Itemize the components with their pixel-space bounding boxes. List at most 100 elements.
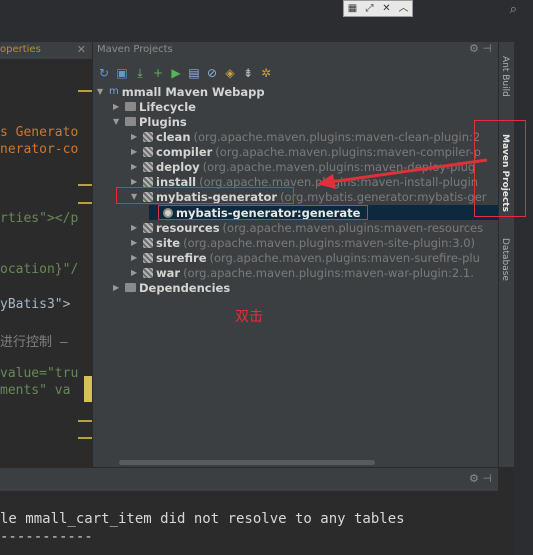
collapse-arrow-icon[interactable]: ▶ [131, 268, 140, 277]
plugin-name: site [156, 235, 181, 250]
tree-plugin-item[interactable]: ▶ surefire (org.apache.maven.plugins:mav… [131, 250, 480, 265]
gutter-marker [78, 437, 92, 439]
plugin-icon [143, 222, 153, 233]
download-icon[interactable]: ⤓ [133, 66, 147, 80]
gear-icon[interactable]: ⚙ [469, 472, 479, 485]
plugin-coords: (org.apache.maven.plugins:maven-deploy-p… [202, 159, 476, 174]
plugin-name: clean [156, 129, 191, 144]
tree-lifecycle[interactable]: ▶ Lifecycle [113, 99, 196, 114]
folder-icon [125, 283, 136, 292]
tree-project[interactable]: ▼ m mmall Maven Webapp [97, 84, 265, 99]
add-icon[interactable]: + [151, 66, 165, 80]
tree-plugin-item[interactable]: ▶ compiler (org.apache.maven.plugins:mav… [131, 144, 481, 159]
maven-panel-title: Maven Projects [97, 44, 173, 55]
collapse-all-icon[interactable]: ⇟ [241, 66, 255, 80]
code-line: rties"></p [0, 211, 79, 226]
refresh-icon[interactable]: ↻ [97, 66, 111, 80]
plugin-name: deploy [156, 159, 200, 174]
plugin-name: resources [156, 220, 220, 235]
dependencies-label: Dependencies [139, 280, 231, 295]
console-line: ----------- [0, 529, 93, 545]
highlight-marker [84, 376, 92, 402]
tree-plugin-item[interactable]: ▶ site (org.apache.maven.plugins:maven-s… [131, 235, 475, 250]
grid-icon[interactable]: ▦ [344, 1, 361, 16]
maven-toolbar: ↻ ▣ ⤓ + ▶ ▤ ⊘ ◈ ⇟ ✲ [93, 62, 499, 84]
maven-project-icon: m [109, 86, 119, 97]
code-editor[interactable]: s Generato nerator-co rties"></p ocation… [0, 61, 92, 467]
collapse-arrow-icon[interactable]: ▶ [131, 162, 140, 171]
collapse-arrow-icon[interactable]: ▶ [131, 132, 140, 141]
expand-arrow-icon[interactable]: ▼ [97, 87, 106, 96]
console-header: ⚙ ⊣ [0, 467, 498, 491]
toggle-offline-icon[interactable]: ▤ [187, 66, 201, 80]
plugin-name: surefire [156, 250, 207, 265]
tree-plugin-item[interactable]: ▶ resources (org.apache.maven.plugins:ma… [131, 220, 483, 235]
right-edge-panel [514, 42, 533, 555]
highlight-box-plugin [116, 187, 294, 204]
tree-plugin-item[interactable]: ▶ war (org.apache.maven.plugins:maven-wa… [131, 265, 474, 280]
plugin-coords: (org.apache.maven.plugins:maven-clean-pl… [193, 129, 481, 144]
collapse-arrow-icon[interactable]: ▶ [113, 283, 122, 292]
plugin-icon [143, 267, 153, 278]
tree-plugin-item[interactable]: ▶ clean (org.apache.maven.plugins:maven-… [131, 129, 480, 144]
diagram-icon[interactable]: ◈ [223, 66, 237, 80]
close-icon[interactable]: ✕ [77, 43, 86, 56]
skip-tests-icon[interactable]: ⊘ [205, 66, 219, 80]
top-strip [0, 0, 533, 44]
plugin-icon [143, 146, 153, 157]
gutter-marker [78, 90, 92, 92]
highlight-box-goal [158, 205, 368, 220]
horizontal-scrollbar[interactable] [119, 460, 375, 465]
collapse-arrow-icon[interactable]: ▶ [131, 223, 140, 232]
maven-projects-panel: Maven Projects ⚙ ⊣ ↻ ▣ ⤓ + ▶ ▤ ⊘ ◈ ⇟ ✲ ▼… [92, 42, 499, 467]
run-icon[interactable]: ▶ [169, 66, 183, 80]
code-line: nerator-co [0, 142, 79, 157]
collapse-arrow-icon[interactable]: ▶ [131, 253, 140, 262]
plugin-coords: (org.apache.maven.plugins:maven-resource… [222, 220, 484, 235]
plugin-icon [143, 176, 153, 187]
generate-sources-icon[interactable]: ▣ [115, 66, 129, 80]
plugin-coords: (org.apache.maven.plugins:maven-compiler… [215, 144, 481, 159]
expand-icon[interactable]: ⤢ [361, 1, 378, 16]
plugin-coords: (org.apache.maven.plugins:maven-surefire… [209, 250, 480, 265]
plugin-coords: (org.apache.maven.plugins:maven-site-plu… [183, 235, 476, 250]
collapse-arrow-icon[interactable]: ▶ [131, 177, 140, 186]
tree-plugins[interactable]: ▼ Plugins [113, 114, 187, 129]
plugin-icon [143, 161, 153, 172]
collapse-icon[interactable]: ︿ [395, 1, 412, 16]
tab-database[interactable]: Database [500, 238, 510, 281]
plugin-icon [143, 131, 153, 142]
code-line: yBatis3"> [0, 297, 71, 312]
close-icon[interactable]: ✕ [378, 1, 395, 16]
search-icon[interactable]: ⌕ [510, 2, 517, 17]
plugins-label: Plugins [139, 114, 187, 129]
folder-icon [125, 117, 136, 126]
tab-ant-build[interactable]: Ant Build [500, 56, 510, 97]
gutter-marker [78, 420, 92, 422]
properties-tab-header[interactable]: operties ✕ [0, 42, 92, 60]
plugin-coords: (org.mybatis.generator:mybatis-ger [280, 189, 487, 204]
settings-icon[interactable]: ✲ [259, 66, 273, 80]
highlight-box-maven-tab [474, 120, 526, 217]
collapse-arrow-icon[interactable]: ▶ [113, 102, 122, 111]
hide-icon[interactable]: ⊣ [482, 472, 492, 485]
console-controls: ⚙ ⊣ [469, 472, 492, 485]
project-label: mmall Maven Webapp [121, 84, 265, 99]
code-line: s Generato [0, 125, 79, 140]
expand-arrow-icon[interactable]: ▼ [113, 117, 122, 126]
gear-icon[interactable]: ⚙ [469, 42, 479, 55]
plugin-icon [143, 237, 153, 248]
annotation-label: 双击 [235, 309, 263, 325]
right-tool-strip: Ant Build Maven Projects Database [498, 42, 514, 467]
code-line: ocation}"/ [0, 262, 79, 277]
plugin-coords: (org.apache.maven.plugins:maven-war-plug… [183, 265, 474, 280]
folder-icon [125, 102, 136, 111]
floating-toolbar: ▦ ⤢ ✕ ︿ [343, 0, 413, 17]
tree-plugin-item[interactable]: ▶ deploy (org.apache.maven.plugins:maven… [131, 159, 475, 174]
collapse-arrow-icon[interactable]: ▶ [131, 147, 140, 156]
tree-dependencies[interactable]: ▶ Dependencies [113, 280, 230, 295]
console-output[interactable]: le mmall_cart_item did not resolve to an… [0, 491, 498, 555]
code-line: ments" va [0, 383, 71, 398]
hide-icon[interactable]: ⊣ [482, 42, 492, 55]
collapse-arrow-icon[interactable]: ▶ [131, 238, 140, 247]
